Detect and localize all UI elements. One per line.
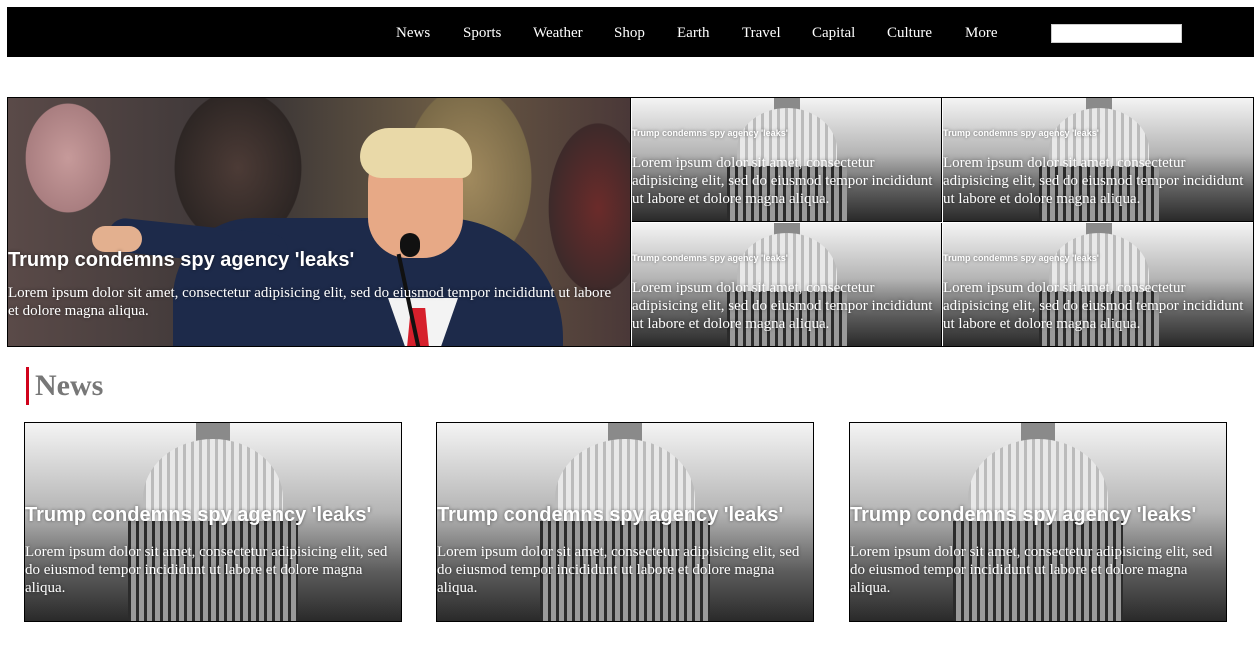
news-card-summary: Lorem ipsum dolor sit amet, consectetur …	[25, 544, 388, 596]
hero-small-summary: Lorem ipsum dolor sit amet, consectetur …	[943, 155, 1244, 207]
hero-main-title: Trump condemns spy agency 'leaks'	[8, 249, 355, 271]
nav-link-news[interactable]: News	[396, 7, 430, 57]
news-card[interactable]: Trump condemns spy agency 'leaks' Lorem …	[849, 422, 1227, 622]
nav-link-sports[interactable]: Sports	[463, 7, 501, 57]
news-card-title: Trump condemns spy agency 'leaks'	[850, 504, 1197, 526]
news-card-summary: Lorem ipsum dolor sit amet, consectetur …	[437, 544, 800, 596]
search-input[interactable]	[1051, 24, 1182, 43]
section-heading-news: News	[26, 367, 103, 405]
nav-link-more[interactable]: More	[965, 7, 998, 57]
top-nav-bar: News Sports Weather Shop Earth Travel Ca…	[7, 7, 1254, 57]
hero-small-story[interactable]: Trump condemns spy agency 'leaks' Lorem …	[632, 223, 942, 346]
nav-link-shop[interactable]: Shop	[614, 7, 645, 57]
hero-grid: Trump condemns spy agency 'leaks' Lorem …	[7, 97, 1254, 347]
hero-small-summary: Lorem ipsum dolor sit amet, consectetur …	[632, 280, 933, 332]
news-card-title: Trump condemns spy agency 'leaks'	[25, 504, 372, 526]
news-card[interactable]: Trump condemns spy agency 'leaks' Lorem …	[436, 422, 814, 622]
hero-main-story[interactable]: Trump condemns spy agency 'leaks' Lorem …	[8, 98, 631, 346]
hero-small-title: Trump condemns spy agency 'leaks'	[943, 253, 1099, 263]
hero-small-summary: Lorem ipsum dolor sit amet, consectetur …	[943, 280, 1244, 332]
hero-small-title: Trump condemns spy agency 'leaks'	[632, 253, 788, 263]
news-card-summary: Lorem ipsum dolor sit amet, consectetur …	[850, 544, 1213, 596]
hero-small-story[interactable]: Trump condemns spy agency 'leaks' Lorem …	[632, 98, 942, 222]
hero-small-summary: Lorem ipsum dolor sit amet, consectetur …	[632, 155, 933, 207]
hero-small-story[interactable]: Trump condemns spy agency 'leaks' Lorem …	[943, 223, 1253, 346]
news-card-title: Trump condemns spy agency 'leaks'	[437, 504, 784, 526]
hero-small-title: Trump condemns spy agency 'leaks'	[943, 128, 1099, 138]
news-card[interactable]: Trump condemns spy agency 'leaks' Lorem …	[24, 422, 402, 622]
nav-link-weather[interactable]: Weather	[533, 7, 583, 57]
nav-link-earth[interactable]: Earth	[677, 7, 709, 57]
nav-link-travel[interactable]: Travel	[742, 7, 781, 57]
nav-link-culture[interactable]: Culture	[887, 7, 932, 57]
nav-link-capital[interactable]: Capital	[812, 7, 855, 57]
hero-main-summary: Lorem ipsum dolor sit amet, consectetur …	[8, 285, 612, 319]
hero-small-title: Trump condemns spy agency 'leaks'	[632, 128, 788, 138]
hero-small-story[interactable]: Trump condemns spy agency 'leaks' Lorem …	[943, 98, 1253, 222]
